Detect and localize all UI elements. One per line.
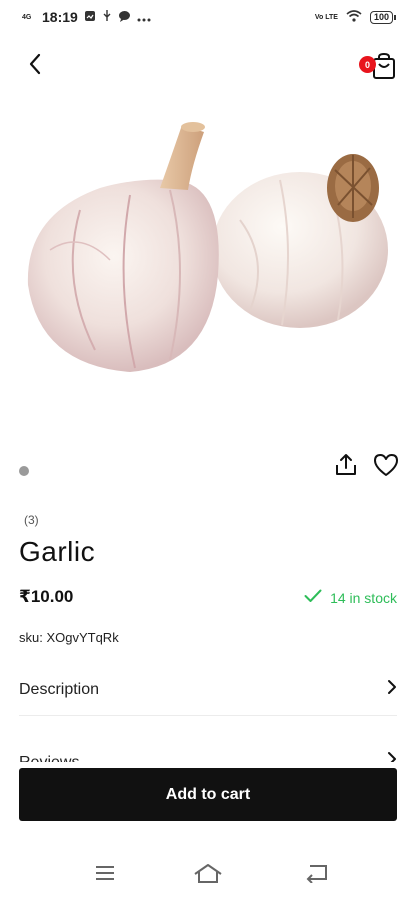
cart-count-badge: 0: [359, 56, 376, 73]
network-indicator: 4G: [22, 13, 32, 21]
add-to-cart-button[interactable]: Add to cart: [19, 768, 397, 821]
chevron-right-icon: [387, 679, 397, 700]
shopping-bag-icon: [371, 52, 397, 84]
battery-indicator: 100: [369, 10, 397, 24]
gallery-icon: [84, 9, 96, 25]
check-icon: [304, 589, 322, 606]
wifi-icon: [346, 9, 362, 25]
share-button[interactable]: [333, 452, 359, 478]
wishlist-button[interactable]: [372, 452, 400, 478]
product-title: Garlic: [19, 536, 96, 567]
status-bar: 4G 18:19 Vo LTE 100: [0, 0, 415, 34]
status-right: Vo LTE 100: [314, 9, 397, 25]
home-icon: [193, 862, 223, 889]
garlic-image: [27, 122, 388, 372]
reviews-row[interactable]: Reviews: [19, 722, 397, 762]
chat-icon: [118, 9, 131, 25]
back-button[interactable]: [22, 52, 48, 80]
stock-text: 14 in stock: [330, 589, 397, 606]
description-label: Description: [19, 680, 100, 698]
top-nav: 0: [0, 44, 415, 88]
product-price: ₹10.00: [19, 587, 74, 606]
description-row[interactable]: Description: [19, 664, 397, 716]
status-time: 18:19: [42, 9, 78, 25]
menu-icon: [94, 864, 116, 887]
home-button[interactable]: [192, 862, 224, 888]
reviews-label: Reviews: [19, 754, 79, 762]
stock-status: 14 in stock: [304, 589, 397, 606]
heart-icon: [372, 454, 400, 482]
more-icon: [137, 9, 151, 25]
carousel-indicator[interactable]: [19, 466, 29, 476]
menu-button[interactable]: [89, 862, 121, 888]
back-icon: [304, 863, 328, 888]
sku-text: sku: XOgvYTqRk: [19, 630, 119, 645]
system-nav-bar: [0, 850, 415, 900]
volte-indicator: Vo LTE: [314, 13, 338, 21]
chevron-right-icon: [387, 751, 397, 762]
chevron-left-icon: [28, 53, 42, 80]
share-icon: [333, 454, 359, 482]
usb-icon: [102, 9, 112, 25]
product-image[interactable]: [20, 110, 400, 385]
cart-button[interactable]: 0: [359, 52, 397, 80]
status-left: 4G 18:19: [22, 9, 151, 25]
back-nav-button[interactable]: [300, 862, 332, 888]
review-count[interactable]: (3): [24, 513, 39, 527]
